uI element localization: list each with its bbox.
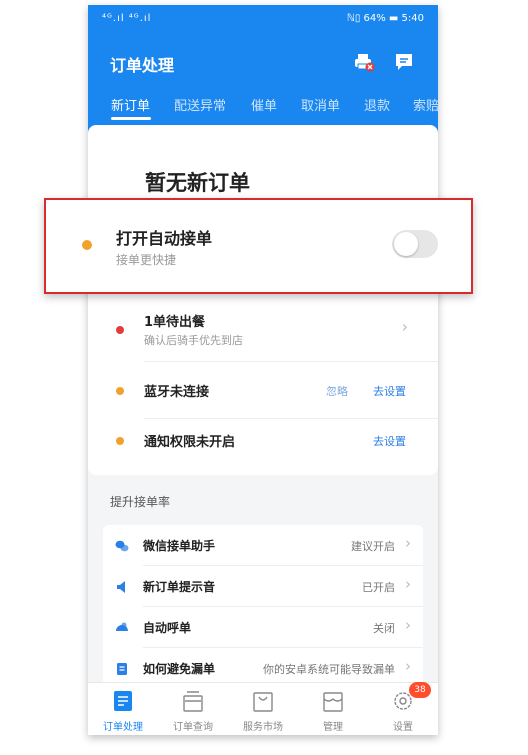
nav-settings[interactable]: 38 设置 [368,682,438,735]
battery-time: ℕ▯ 64% ▬ 5:40 [346,13,424,24]
nav-label: 设置 [393,722,413,733]
order-list-icon [112,689,134,713]
tab-delivery-exception[interactable]: 配送异常 [174,95,226,114]
auto-accept-toggle[interactable] [392,230,438,258]
chevron-right-icon: › [405,575,411,593]
list-item-wechat-assistant[interactable]: 微信接单助手 建议开启 › [103,525,423,566]
message-icon[interactable] [393,51,415,73]
tab-refund[interactable]: 退款 [364,95,390,114]
empty-orders-title: 暂无新订单 [145,171,250,195]
pending-title: 1单待出餐 [144,315,206,330]
signal-indicators: ⁴ᴳ.ıl ⁴ᴳ.ıl [102,13,152,24]
list-item-label: 自动呼单 [143,621,192,635]
printer-error-icon[interactable] [353,51,375,73]
auto-accept-subtitle: 接单更快捷 [116,253,177,267]
bluetooth-row: 蓝牙未连接 忽略 去设置 [88,366,438,416]
tab-cancelled[interactable]: 取消单 [301,95,340,114]
nav-label: 管理 [323,722,343,733]
list-item-auto-call[interactable]: 自动呼单 关闭 › [103,607,423,648]
nav-service-market[interactable]: 服务市场 [228,683,298,735]
title-bar: 订单处理 [88,45,438,85]
chevron-right-icon: › [405,616,411,634]
new-orders-card: 暂无新订单 1单待出餐 确认后骑手优先到店 › 蓝牙未连接 忽略 去设置 通知权… [88,125,438,475]
improve-list: 微信接单助手 建议开启 › 新订单提示音 已开启 › 自动呼单 关闭 › 如何避… [103,525,423,693]
tab-claim[interactable]: 索赔 [413,95,438,114]
chevron-right-icon: › [405,657,411,675]
status-bar: ⁴ᴳ.ıl ⁴ᴳ.ıl ℕ▯ 64% ▬ 5:40 [88,5,438,33]
list-item-value: 已开启 [362,581,395,594]
orange-status-dot [116,387,124,395]
ignore-bluetooth-link[interactable]: 忽略 [326,383,348,399]
bluetooth-settings-link[interactable]: 去设置 [373,383,406,399]
chevron-right-icon: › [401,317,408,336]
nav-label: 订单处理 [103,722,143,733]
bottom-nav: 订单处理 订单查询 服务市场 管理 38 设置 [88,682,438,735]
pending-meal-row[interactable]: 1单待出餐 确认后骑手优先到店 › [88,305,438,355]
list-item-value: 你的安卓系统可能导致漏单 [263,663,395,676]
page-title: 订单处理 [110,56,175,75]
speaker-icon [115,579,129,593]
list-item-value: 关闭 [373,622,395,635]
inbox-icon [182,689,204,713]
phone-call-icon [115,620,129,634]
list-item-label: 微信接单助手 [143,539,216,553]
shopping-bag-icon [252,689,274,713]
bluetooth-title: 蓝牙未连接 [144,385,210,400]
red-status-dot [116,326,124,334]
notification-badge: 38 [409,682,431,698]
tab-new-orders[interactable]: 新订单 [111,95,150,114]
list-item-new-order-sound[interactable]: 新订单提示音 已开启 › [103,566,423,607]
list-item-label: 如何避免漏单 [143,662,216,676]
nav-order-query[interactable]: 订单查询 [158,683,228,735]
nav-label: 订单查询 [173,722,213,733]
document-icon [115,661,129,675]
notification-row: 通知权限未开启 去设置 [88,418,438,468]
chevron-right-icon: › [405,534,411,552]
orange-status-dot [82,240,92,250]
auto-accept-highlight: 打开自动接单 接单更快捷 [44,198,473,294]
nav-order-processing[interactable]: 订单处理 [88,683,158,735]
notification-settings-link[interactable]: 去设置 [373,433,406,449]
nav-label: 服务市场 [243,722,283,733]
phone-screen: ⁴ᴳ.ıl ⁴ᴳ.ıl ℕ▯ 64% ▬ 5:40 订单处理 新订单 配送异常 … [88,5,438,735]
list-item-label: 新订单提示音 [143,580,216,594]
store-icon [322,689,344,713]
active-tab-indicator [111,117,151,120]
nav-management[interactable]: 管理 [298,683,368,735]
pending-subtitle: 确认后骑手优先到店 [144,334,243,347]
notification-title: 通知权限未开启 [144,435,236,450]
list-item-value: 建议开启 [351,540,395,553]
auto-accept-title: 打开自动接单 [116,229,213,248]
section-title: 提升接单率 [110,495,171,509]
toggle-knob [394,232,418,256]
wechat-icon [115,538,129,552]
tab-reminder[interactable]: 催单 [251,95,277,114]
orange-status-dot [116,437,124,445]
row-divider [144,361,438,362]
